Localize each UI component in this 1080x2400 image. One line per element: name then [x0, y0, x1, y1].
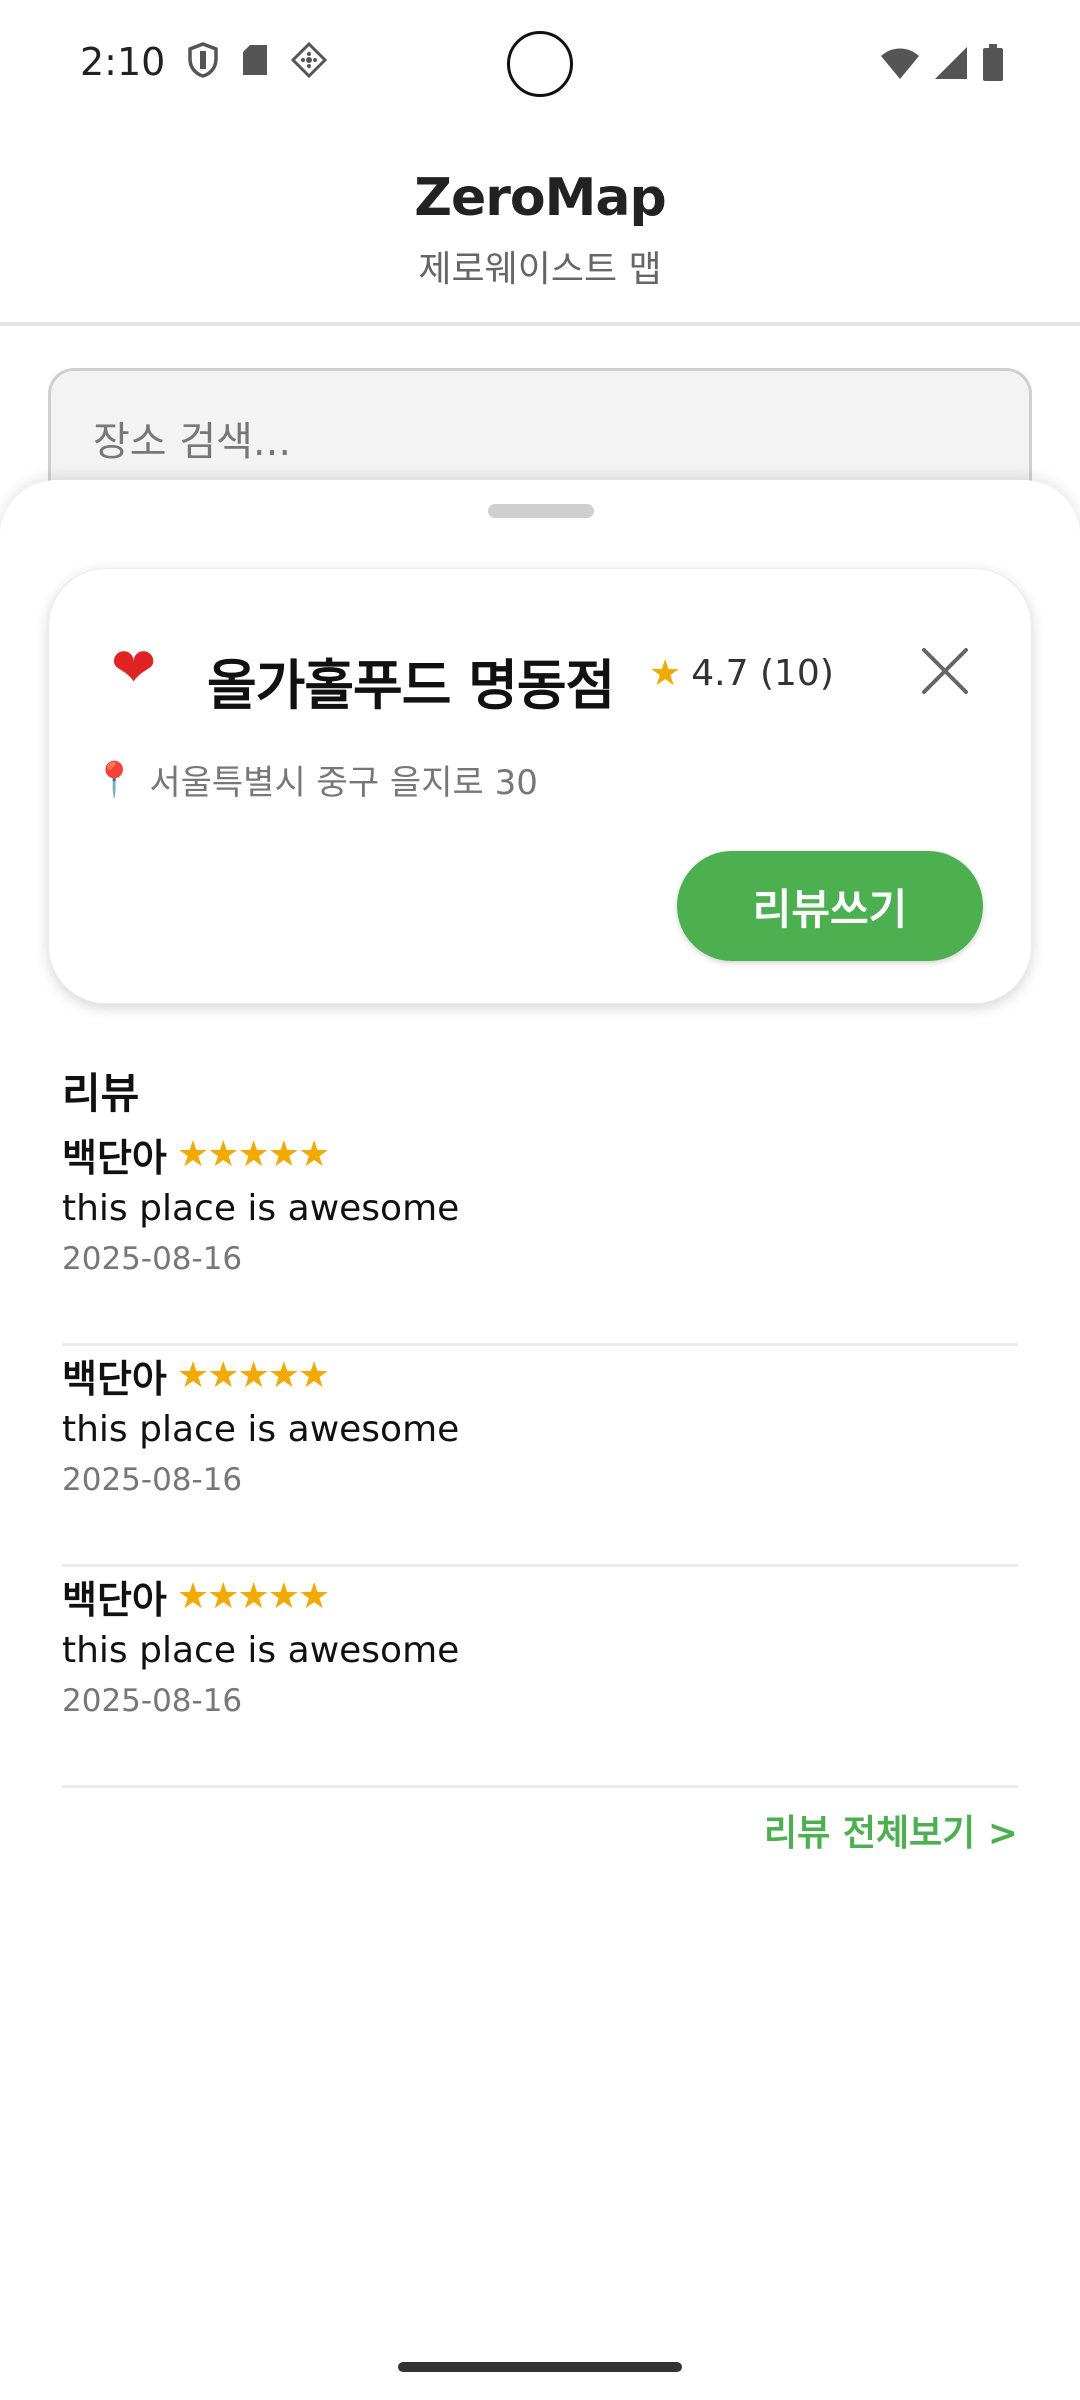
place-rating: ★ 4.7 (10)	[649, 653, 834, 694]
place-address: 📍 서울특별시 중구 을지로 30	[93, 755, 538, 804]
status-left: 2:10	[80, 40, 328, 84]
bottom-sheet: ❤ 올가홀푸드 명동점 ★ 4.7 (10) 📍 서울특별시 중구 을지로 30…	[0, 480, 1080, 2400]
sheet-drag-handle[interactable]	[488, 504, 594, 518]
review-head: 백단아 ★★★★★	[62, 1126, 1018, 1182]
review-stars: ★★★★★	[176, 1133, 330, 1175]
status-right	[880, 44, 1004, 86]
cast-icon	[291, 41, 328, 82]
review-date: 2025-08-16	[62, 1241, 243, 1277]
review-author: 백단아	[62, 1135, 167, 1180]
sd-card-icon	[241, 43, 269, 81]
review-item: 백단아 ★★★★★ this place is awesome 2025-08-…	[62, 1126, 1018, 1346]
status-time: 2:10	[80, 40, 166, 84]
review-head: 백단아 ★★★★★	[62, 1347, 1018, 1403]
app-subtitle: 제로웨이스트 맵	[418, 249, 662, 290]
reviews-title: 리뷰	[62, 1069, 140, 1118]
signal-icon	[934, 46, 968, 84]
review-author: 백단아	[62, 1356, 167, 1401]
camera-cutout	[507, 31, 573, 97]
star-icon: ★	[649, 653, 682, 694]
location-pin-icon: 📍	[93, 759, 136, 800]
review-text: this place is awesome	[62, 1409, 460, 1450]
review-author: 백단아	[62, 1577, 167, 1622]
status-bar: 2:10	[0, 0, 1080, 128]
place-address-text: 서울특별시 중구 을지로 30	[149, 763, 538, 803]
review-stars: ★★★★★	[176, 1354, 330, 1396]
place-name: 올가홀푸드 명동점	[207, 654, 615, 717]
write-review-button[interactable]: 리뷰쓰기	[677, 851, 983, 961]
close-button[interactable]	[909, 635, 981, 707]
review-date: 2025-08-16	[62, 1462, 243, 1498]
see-all-reviews-link[interactable]: 리뷰 전체보기 >	[764, 1804, 1018, 1856]
review-item: 백단아 ★★★★★ this place is awesome 2025-08-…	[62, 1568, 1018, 1788]
review-item: 백단아 ★★★★★ this place is awesome 2025-08-…	[62, 1347, 1018, 1567]
place-rating-value: 4.7 (10)	[691, 653, 834, 694]
app-title: ZeroMap	[414, 168, 666, 228]
heart-icon[interactable]: ❤	[111, 641, 156, 695]
close-icon	[922, 648, 968, 694]
wifi-icon	[880, 46, 920, 84]
review-text: this place is awesome	[62, 1188, 460, 1229]
shield-icon	[187, 42, 219, 82]
review-date: 2025-08-16	[62, 1683, 243, 1719]
review-head: 백단아 ★★★★★	[62, 1568, 1018, 1624]
app-header: ZeroMap 제로웨이스트 맵	[0, 128, 1080, 324]
screen: 2:10 ZeroMap 제로웨이스트 맵 장소 검색... ❤ 올가홀푸드 명…	[0, 0, 1080, 2400]
review-text: this place is awesome	[62, 1630, 460, 1671]
review-stars: ★★★★★	[176, 1575, 330, 1617]
battery-icon	[982, 44, 1004, 86]
home-indicator[interactable]	[398, 2362, 682, 2372]
header-divider	[0, 322, 1080, 326]
place-card: ❤ 올가홀푸드 명동점 ★ 4.7 (10) 📍 서울특별시 중구 을지로 30…	[48, 568, 1032, 1004]
